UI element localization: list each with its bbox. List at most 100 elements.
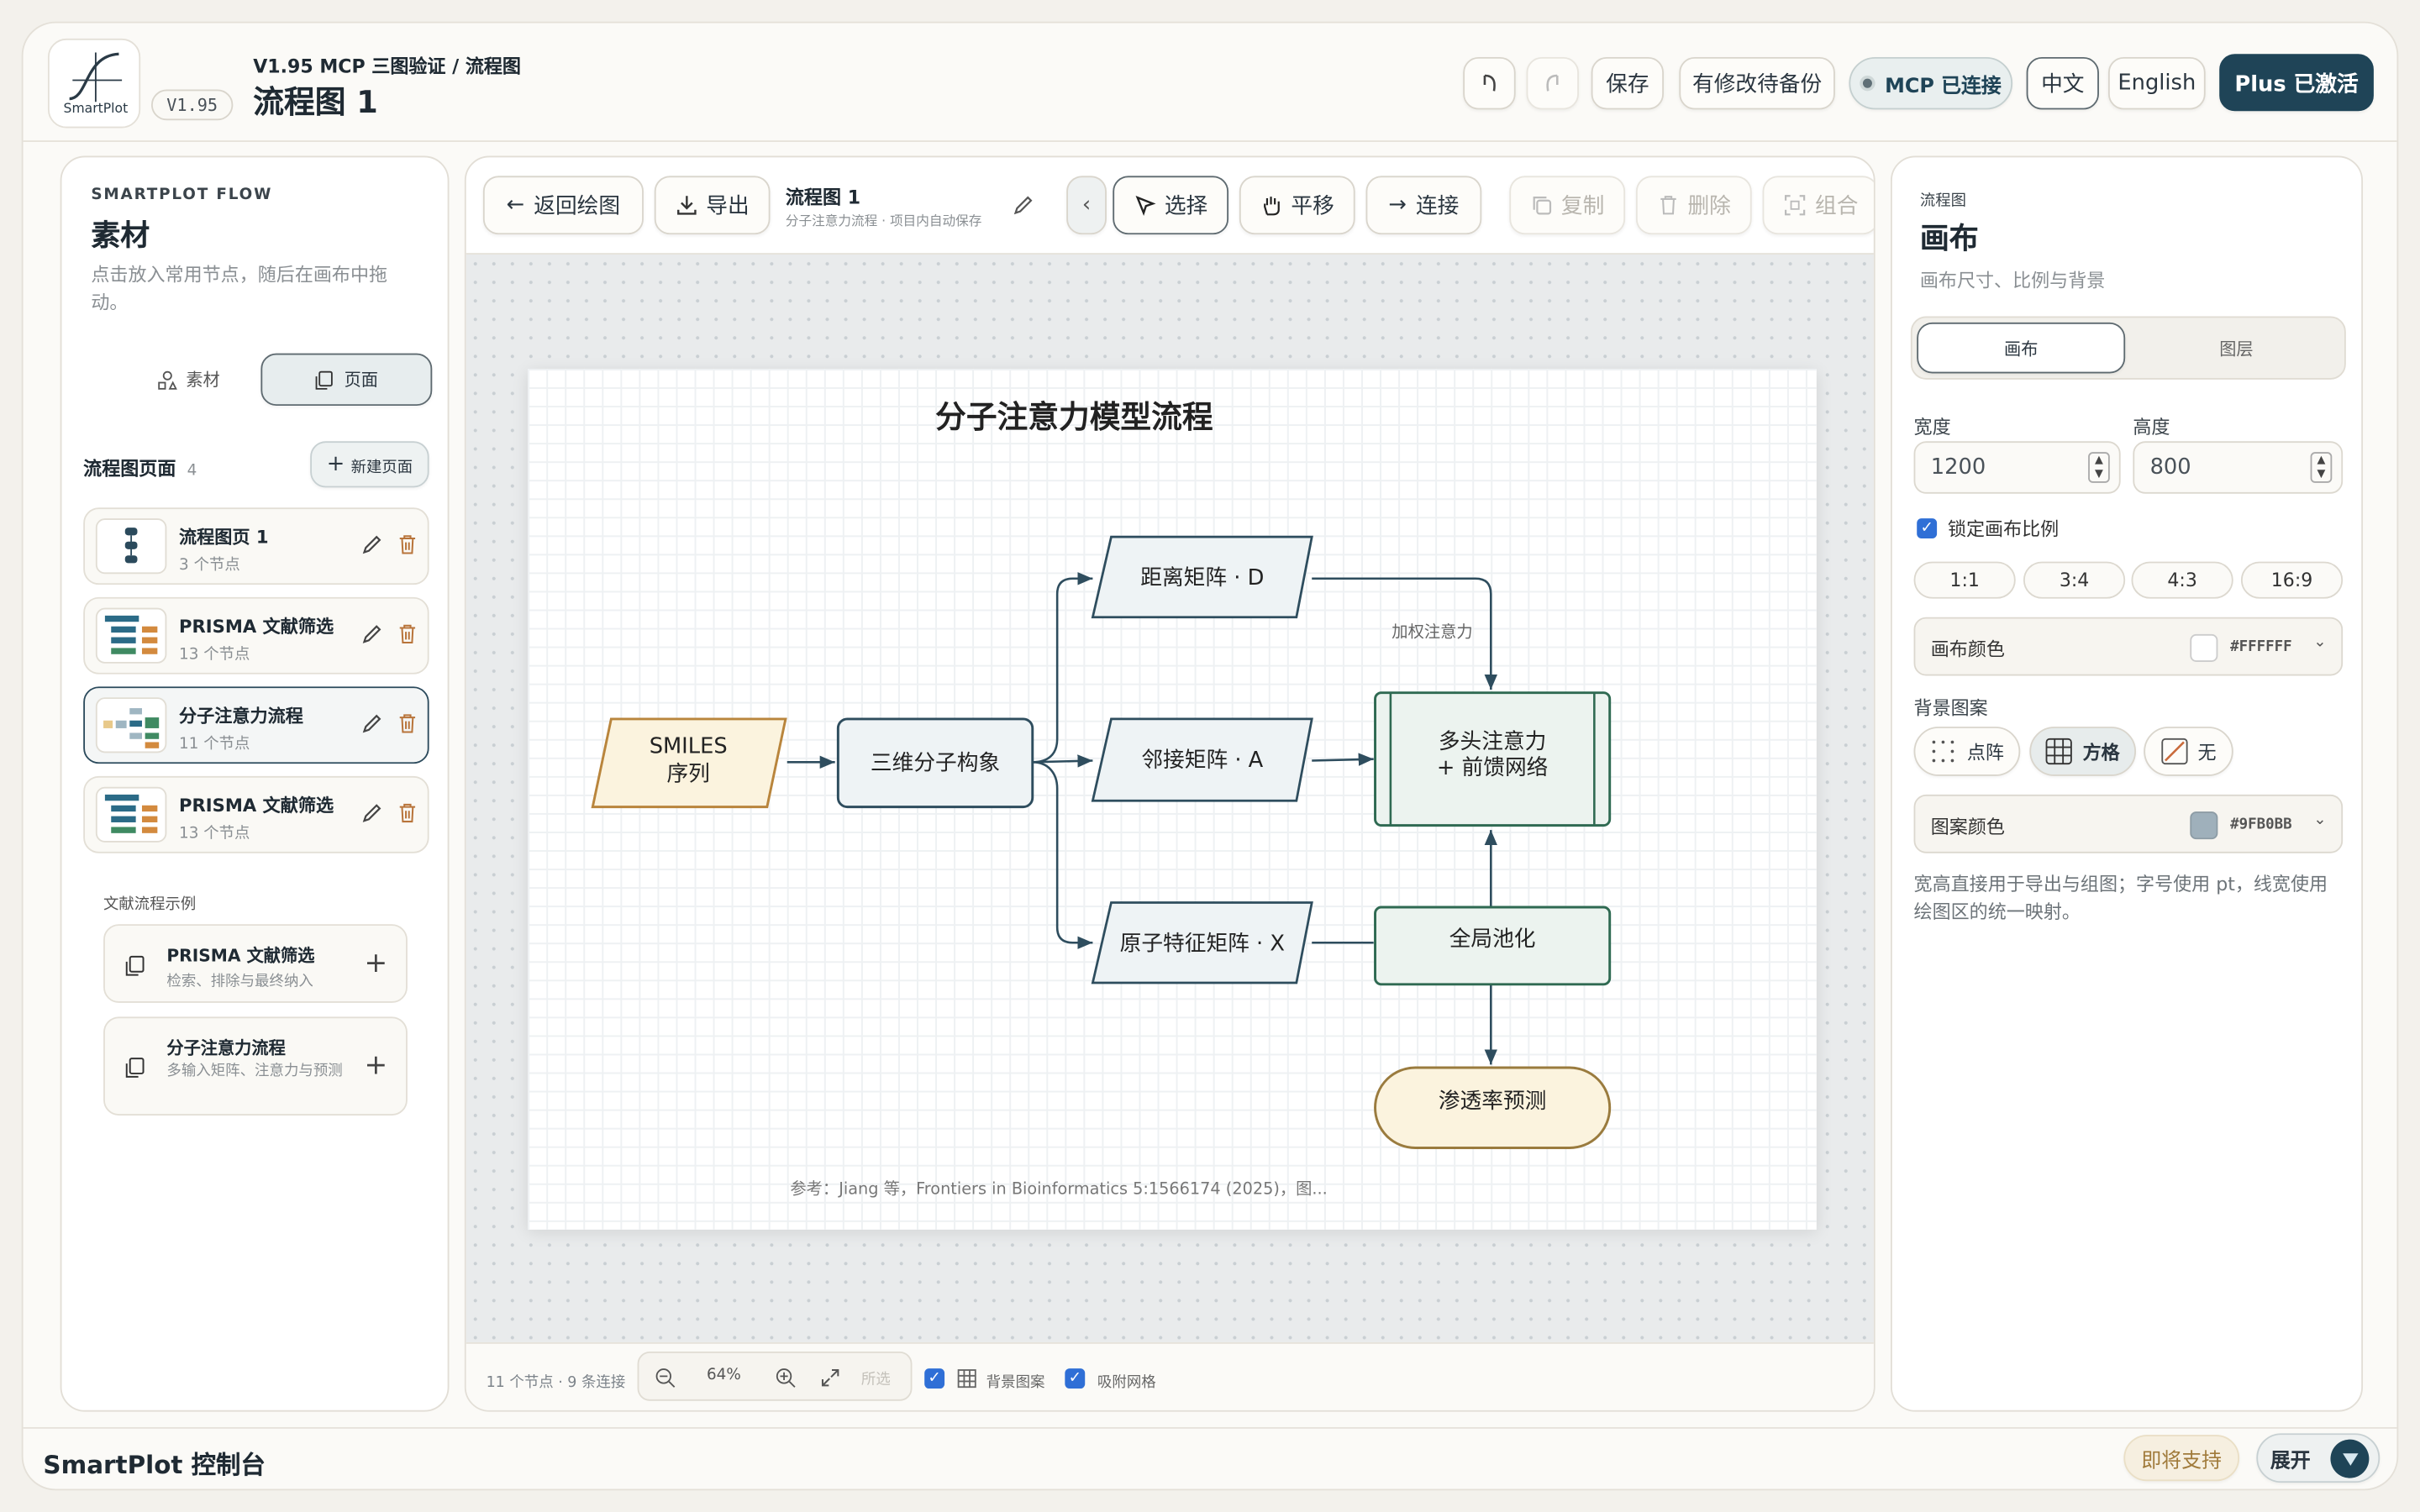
pattern-color-label: 图案颜色 <box>1930 816 2005 838</box>
back-label: 返回绘图 <box>534 194 621 219</box>
trash-icon[interactable] <box>397 534 418 556</box>
edge-conf-dist <box>1032 572 1093 764</box>
plus-activated-button[interactable]: Plus 已激活 <box>2219 54 2374 112</box>
lang-zh-button[interactable]: 中文 <box>2026 56 2099 110</box>
rename-pencil-icon[interactable] <box>1013 194 1034 216</box>
node-attention-line1: 多头注意力 <box>1439 729 1547 754</box>
arrow-right-icon: → <box>1388 192 1407 218</box>
node-distance-label: 距离矩阵 · D <box>1140 565 1264 591</box>
save-button[interactable]: 保存 <box>1591 56 1664 110</box>
fit-selection-label[interactable]: 所选 <box>861 1367 891 1389</box>
snap-grid-checkbox[interactable]: ✓ <box>1065 1368 1086 1389</box>
trash-icon[interactable] <box>397 802 418 824</box>
examples-label: 文献流程示例 <box>103 896 197 914</box>
node-global-pooling[interactable]: 全局池化 <box>1374 906 1612 986</box>
diagram-canvas[interactable]: 分子注意力模型流程 加权注意力 SMILES 序列 三维分子构象 距离矩阵 · … <box>528 368 1817 1230</box>
right-panel: 流程图 画布 画布尺寸、比例与背景 画布 图层 宽度 高度 1200 ▲ ▼ 80… <box>1890 155 2364 1412</box>
node-conformation[interactable]: 三维分子构象 <box>836 717 1034 809</box>
snap-grid-label: 吸附网格 <box>1097 1374 1156 1392</box>
node-adjacency-matrix[interactable]: 邻接矩阵 · A <box>1091 717 1313 802</box>
page-card[interactable]: 流程图页 1 3 个节点 <box>83 507 429 585</box>
right-description: 画布尺寸、比例与背景 <box>1919 270 2106 292</box>
fit-screen-icon[interactable] <box>819 1367 841 1389</box>
collapse-toolbar-button[interactable]: ‹ <box>1066 176 1107 235</box>
delete-button[interactable]: 删除 <box>1635 176 1752 235</box>
ratio-1-1[interactable]: 1:1 <box>1913 561 2016 599</box>
pattern-grid-button[interactable]: 方格 <box>2029 727 2137 776</box>
node-attention-line2: + 前馈网络 <box>1437 755 1549 780</box>
trash-icon[interactable] <box>397 623 418 645</box>
edit-icon[interactable] <box>361 802 383 824</box>
add-example-icon[interactable]: + <box>364 948 387 980</box>
example-card[interactable]: 分子注意力流程 多输入矩阵、注意力与预测 + <box>103 1016 408 1116</box>
expand-button[interactable]: 展开 <box>2256 1433 2381 1483</box>
ratio-4-3[interactable]: 4:3 <box>2131 561 2233 599</box>
pattern-dots-button[interactable]: 点阵 <box>1913 727 2021 776</box>
height-input[interactable]: 800 ▲ ▼ <box>2133 441 2344 494</box>
edit-icon[interactable] <box>361 534 383 556</box>
right-kicker: 流程图 <box>1919 192 1966 210</box>
page-card-meta: 3 个节点 <box>179 557 240 575</box>
footer-divider <box>23 1426 2397 1429</box>
width-input[interactable]: 1200 ▲ ▼ <box>1913 441 2121 494</box>
lang-en-button[interactable]: English <box>2107 56 2206 110</box>
pattern-color-select[interactable]: 图案颜色 #9FB0BB ⌄ <box>1913 794 2344 853</box>
expand-label: 展开 <box>2270 1449 2311 1473</box>
tab-pages[interactable]: 页面 <box>260 353 433 407</box>
tab-layers[interactable]: 图层 <box>2132 323 2342 374</box>
tool-pan-button[interactable]: 平移 <box>1239 176 1355 235</box>
edit-icon[interactable] <box>361 623 383 645</box>
backup-button[interactable]: 有修改待备份 <box>1679 56 1835 110</box>
node-attention[interactable]: 多头注意力+ 前馈网络 <box>1374 691 1612 827</box>
tool-select-button[interactable]: 选择 <box>1113 176 1229 235</box>
tool-connect-button[interactable]: → 连接 <box>1365 176 1482 235</box>
editor-panel: ← 返回绘图 导出 流程图 1 分子注意力流程 · 项目内自动保存 ‹ 选择 平… <box>464 155 1876 1412</box>
page-card[interactable]: PRISMA 文献筛选 13 个节点 <box>83 775 429 853</box>
node-smiles[interactable]: SMILES 序列 <box>591 717 787 809</box>
node-prediction[interactable]: 渗透率预测 <box>1374 1066 1612 1149</box>
node-feature-matrix[interactable]: 原子特征矩阵 · X <box>1091 901 1313 984</box>
right-tabs: 画布 图层 <box>1910 316 2346 380</box>
new-page-button[interactable]: + 新建页面 <box>310 441 429 488</box>
lock-ratio-checkbox[interactable]: ✓ <box>1917 518 1938 539</box>
tab-canvas[interactable]: 画布 <box>1917 322 2126 374</box>
zoom-level[interactable]: 64% <box>697 1367 750 1383</box>
prisma-thumbnail-icon <box>104 615 158 654</box>
example-card[interactable]: PRISMA 文献筛选 检索、排除与最终纳入 + <box>103 924 408 1003</box>
breadcrumb: V1.95 MCP 三图验证 / 流程图 <box>253 55 521 77</box>
copy-button[interactable]: 复制 <box>1509 176 1626 235</box>
page-card[interactable]: PRISMA 文献筛选 13 个节点 <box>83 596 429 675</box>
edge-label-weighted-attention: 加权注意力 <box>1392 622 1472 642</box>
zoom-in-icon[interactable] <box>775 1367 797 1389</box>
group-button[interactable]: 组合 <box>1762 176 1874 235</box>
page-thumbnail <box>95 518 167 575</box>
tab-assets[interactable]: 素材 <box>118 354 257 406</box>
node-distance-matrix[interactable]: 距离矩阵 · D <box>1091 535 1313 619</box>
pages-count: 4 <box>187 463 197 480</box>
canvas-color-value: #FFFFFF <box>2230 638 2292 656</box>
export-button[interactable]: 导出 <box>654 176 771 235</box>
add-example-icon[interactable]: + <box>364 1049 387 1082</box>
logo-curve-icon <box>69 52 123 102</box>
flow-thumbnail-icon <box>124 528 138 564</box>
redo-button[interactable] <box>1526 56 1579 110</box>
example-desc: 多输入矩阵、注意力与预测 <box>166 1063 343 1080</box>
header-divider <box>23 140 2397 142</box>
bg-pattern-checkbox[interactable]: ✓ <box>924 1368 945 1389</box>
canvas-color-select[interactable]: 画布颜色 #FFFFFF ⌄ <box>1913 617 2344 676</box>
back-to-plot-button[interactable]: ← 返回绘图 <box>482 176 644 235</box>
app-logo[interactable]: SmartPlot <box>47 38 141 129</box>
pages-section-label: 流程图页面 4 <box>83 455 197 481</box>
height-stepper[interactable]: ▲ ▼ <box>2310 452 2333 483</box>
trash-icon[interactable] <box>397 713 418 735</box>
page-card-selected[interactable]: 分子注意力流程 11 个节点 <box>83 686 429 764</box>
workspace[interactable]: 分子注意力模型流程 加权注意力 SMILES 序列 三维分子构象 距离矩阵 · … <box>466 253 1874 1342</box>
mcp-status-button[interactable]: MCP 已连接 <box>1849 56 2013 110</box>
undo-button[interactable] <box>1463 56 1516 110</box>
width-stepper[interactable]: ▲ ▼ <box>2088 452 2110 483</box>
ratio-3-4[interactable]: 3:4 <box>2023 561 2126 599</box>
edit-icon[interactable] <box>361 713 383 735</box>
zoom-out-icon[interactable] <box>655 1367 676 1389</box>
pattern-none-button[interactable]: 无 <box>2144 727 2233 776</box>
ratio-16-9[interactable]: 16:9 <box>2240 561 2344 599</box>
